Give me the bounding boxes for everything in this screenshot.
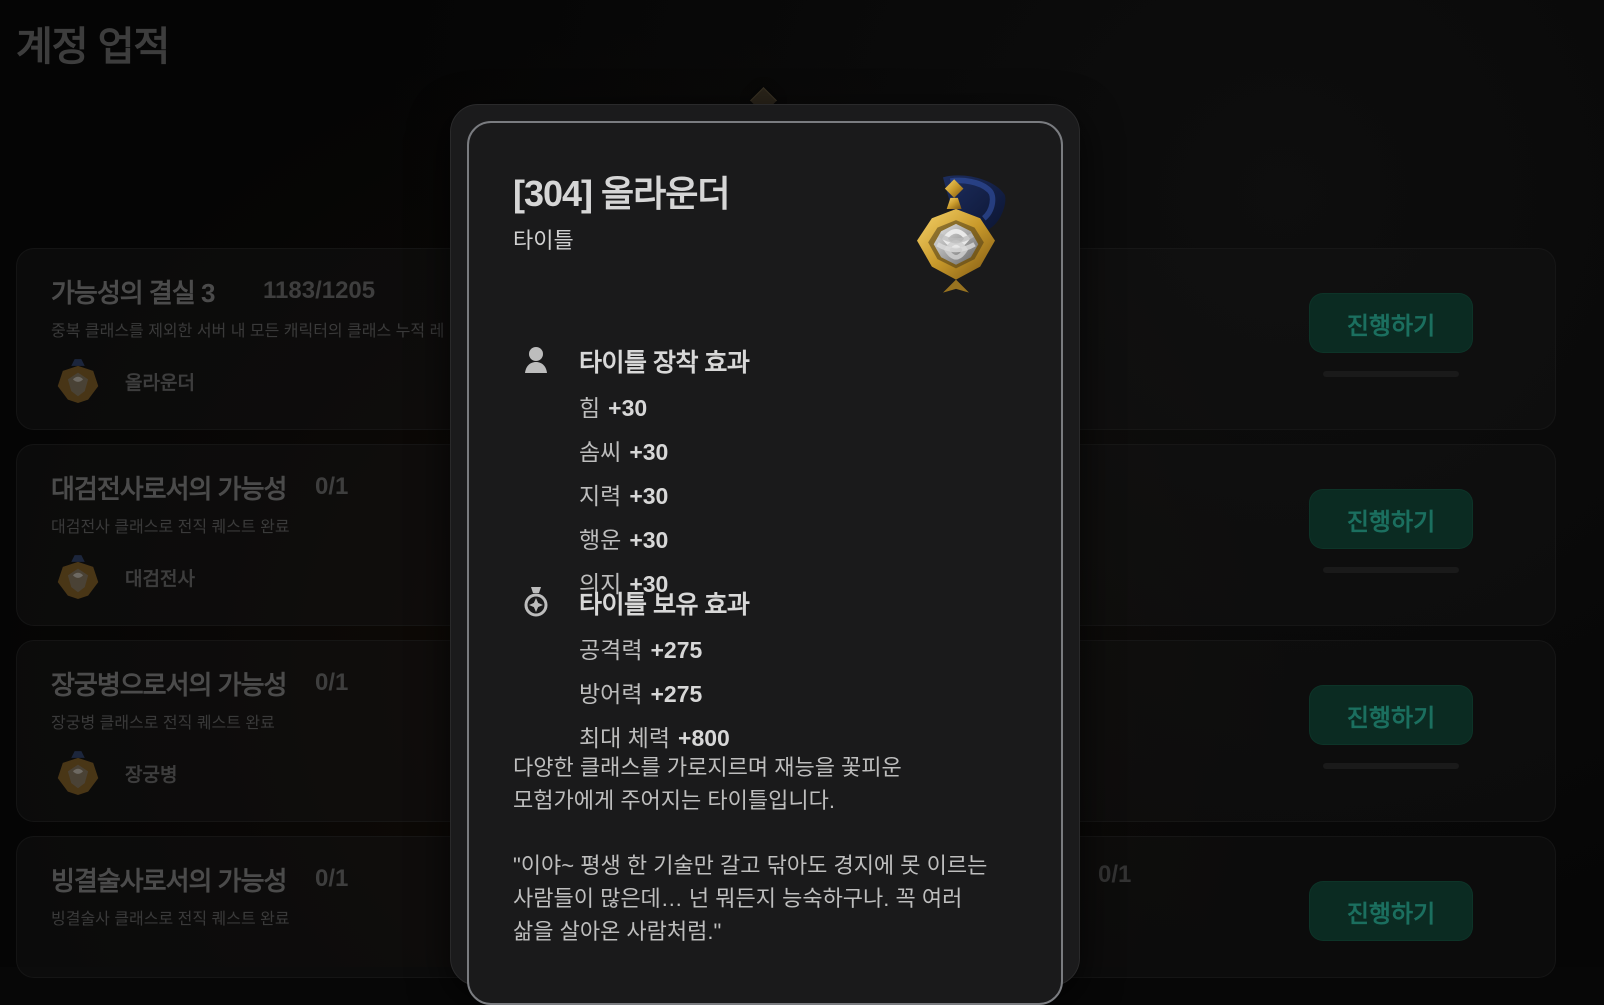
achievement-description: 대검전사 클래스로 전직 퀘스트 완료 [51, 519, 290, 536]
reward-medal-icon [51, 746, 105, 800]
achievement-reward: 장궁병 [51, 745, 177, 801]
reward-title-name: 대검전사 [125, 568, 195, 590]
achievement-reward: 올라운더 [51, 353, 195, 409]
achievement-title: 대검전사로서의 가능성 [51, 474, 287, 504]
stat-line: 힘 +30 [579, 389, 749, 423]
stat-name: 힘 [579, 395, 601, 421]
stat-line: 최대 체력 +800 [579, 719, 749, 753]
achievement-progress: 1183/1205 [263, 277, 376, 304]
achievement-title: 가능성의 결실 3 [51, 278, 215, 308]
equip-effects-title: 타이틀 장착 효과 [579, 349, 750, 377]
achievement-description: 빙결술사 클래스로 전직 퀘스트 완료 [51, 911, 290, 928]
stat-line: 행운 +30 [579, 521, 749, 555]
stat-line: 지력 +30 [579, 477, 749, 511]
own-effects-section: 타이틀 보유 효과 공격력 +275 방어력 +275 최대 체력 +800 [519, 583, 750, 753]
page-title: 계정 업적 [16, 25, 170, 69]
popover-title: [304] 올라운더 [513, 173, 731, 214]
stat-name: 행운 [579, 527, 622, 553]
stat-value: +275 [650, 637, 703, 663]
stat-value: +275 [650, 681, 703, 707]
stat-value: +30 [629, 483, 669, 509]
achievement-progress: 0/1 [315, 865, 349, 892]
progress-bar [1323, 567, 1459, 573]
reward-title-name: 올라운더 [125, 372, 195, 394]
popover-inner: [304] 올라운더 타이틀 타이틀 장착 효과 힘 +30 솜씨 +30 지력… [467, 121, 1063, 1005]
equip-effects-section: 타이틀 장착 효과 힘 +30 솜씨 +30 지력 +30 행운 +30 의지 … [519, 341, 750, 599]
achievement-reward: 대검전사 [51, 549, 195, 605]
progress-button[interactable]: 진행하기 [1309, 489, 1473, 549]
achievement-description: 중복 클래스를 제외한 서버 내 모든 캐릭터의 클래스 누적 레 [51, 323, 445, 340]
stat-name: 최대 체력 [579, 725, 671, 751]
title-medal-icon [891, 167, 1021, 303]
achievement-description: 장궁병 클래스로 전직 퀘스트 완료 [51, 715, 275, 732]
own-effects-title: 타이틀 보유 효과 [579, 591, 750, 619]
stat-line: 솜씨 +30 [579, 433, 749, 467]
stat-value: +30 [629, 439, 669, 465]
stat-value: +30 [608, 395, 648, 421]
stat-name: 공격력 [579, 637, 643, 663]
stat-name: 지력 [579, 483, 622, 509]
popover-subtitle: 타이틀 [513, 228, 574, 253]
reward-medal-icon [51, 550, 105, 604]
progress-button[interactable]: 진행하기 [1309, 685, 1473, 745]
reward-title-name: 장궁병 [125, 764, 178, 786]
reward-medal-icon [51, 354, 105, 408]
achievement-progress: 0/1 [315, 669, 349, 696]
stat-name: 방어력 [579, 681, 643, 707]
progress-bar [1323, 371, 1459, 377]
popover-header: [304] 올라운더 타이틀 [513, 165, 731, 255]
stat-name: 솜씨 [579, 439, 622, 465]
stat-value: +30 [629, 527, 669, 553]
progress-bar [1323, 763, 1459, 769]
title-details-popover: [304] 올라운더 타이틀 타이틀 장착 효과 힘 +30 솜씨 +30 지력… [450, 104, 1080, 1005]
achievement-progress-right: 0/1 [1098, 861, 1132, 888]
progress-button[interactable]: 진행하기 [1309, 293, 1473, 353]
own-effects-list: 공격력 +275 방어력 +275 최대 체력 +800 [579, 631, 749, 753]
title-description: 다양한 클래스를 가로지르며 재능을 꽃피운 모험가에게 주어지는 타이틀입니다… [513, 755, 902, 813]
stat-line: 방어력 +275 [579, 675, 749, 709]
medal-icon [519, 585, 553, 619]
achievement-title: 빙결술사로서의 가능성 [51, 866, 287, 896]
progress-button[interactable]: 진행하기 [1309, 881, 1473, 941]
achievement-title: 장궁병으로서의 가능성 [51, 670, 287, 700]
stat-value: +800 [678, 725, 730, 751]
achievement-progress: 0/1 [315, 473, 349, 500]
title-quote: "이야~ 평생 한 기술만 갈고 닦아도 경지에 못 이르는 사람들이 많은데…… [513, 853, 988, 944]
stat-line: 공격력 +275 [579, 631, 749, 665]
equip-effects-list: 힘 +30 솜씨 +30 지력 +30 행운 +30 의지 +30 [579, 389, 749, 599]
person-icon [519, 343, 553, 377]
